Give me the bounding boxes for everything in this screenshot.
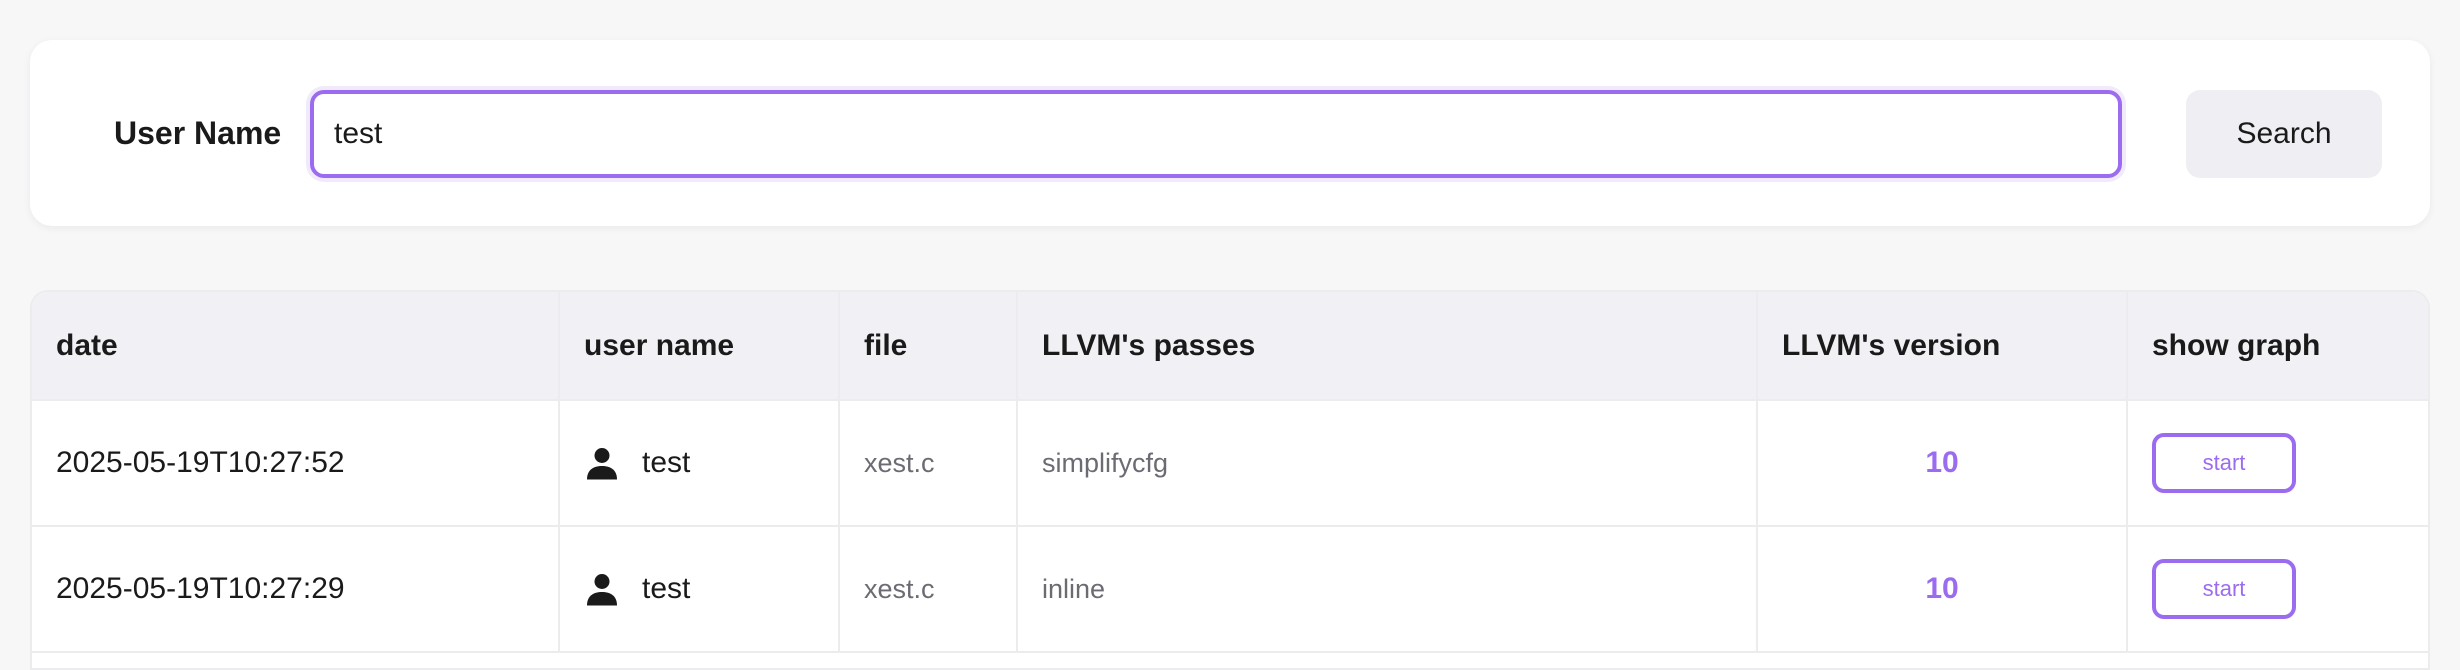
header-llvm-version: LLVM's version	[1757, 292, 2128, 401]
table-row: 2025-05-19T10:27:29 test xest.c inline 1…	[32, 526, 2428, 653]
user-name-text: test	[642, 446, 691, 479]
cell-user: test	[559, 400, 840, 527]
header-date: date	[32, 292, 560, 401]
start-button[interactable]: start	[2152, 433, 2296, 493]
cell-passes: simplifycfg	[1017, 400, 1758, 527]
results-table: date user name file LLVM's passes LLVM's…	[32, 292, 2428, 653]
cell-file: xest.c	[839, 526, 1018, 653]
cell-version: 10	[1757, 526, 2128, 653]
cell-version: 10	[1757, 400, 2128, 527]
cell-date: 2025-05-19T10:27:29	[32, 526, 560, 653]
cell-file: xest.c	[839, 400, 1018, 527]
user-icon	[587, 448, 617, 480]
user-name-input[interactable]	[310, 90, 2122, 178]
table-header-row: date user name file LLVM's passes LLVM's…	[32, 292, 2428, 401]
header-user-name: user name	[559, 292, 840, 401]
header-file: file	[839, 292, 1018, 401]
user-icon	[587, 574, 617, 606]
search-panel: User Name Search	[30, 40, 2430, 226]
cell-show-graph: start	[2127, 526, 2428, 653]
table-row: 2025-05-19T10:27:52 test xest.c simplify…	[32, 400, 2428, 527]
results-table-card: date user name file LLVM's passes LLVM's…	[30, 290, 2430, 670]
cell-passes: inline	[1017, 526, 1758, 653]
user-name-text: test	[642, 572, 691, 605]
cell-show-graph: start	[2127, 400, 2428, 527]
cell-user: test	[559, 526, 840, 653]
user-name-label: User Name	[114, 114, 282, 151]
start-button[interactable]: start	[2152, 559, 2296, 619]
search-button[interactable]: Search	[2186, 90, 2382, 178]
header-llvm-passes: LLVM's passes	[1017, 292, 1758, 401]
cell-date: 2025-05-19T10:27:52	[32, 400, 560, 527]
header-show-graph: show graph	[2127, 292, 2428, 401]
